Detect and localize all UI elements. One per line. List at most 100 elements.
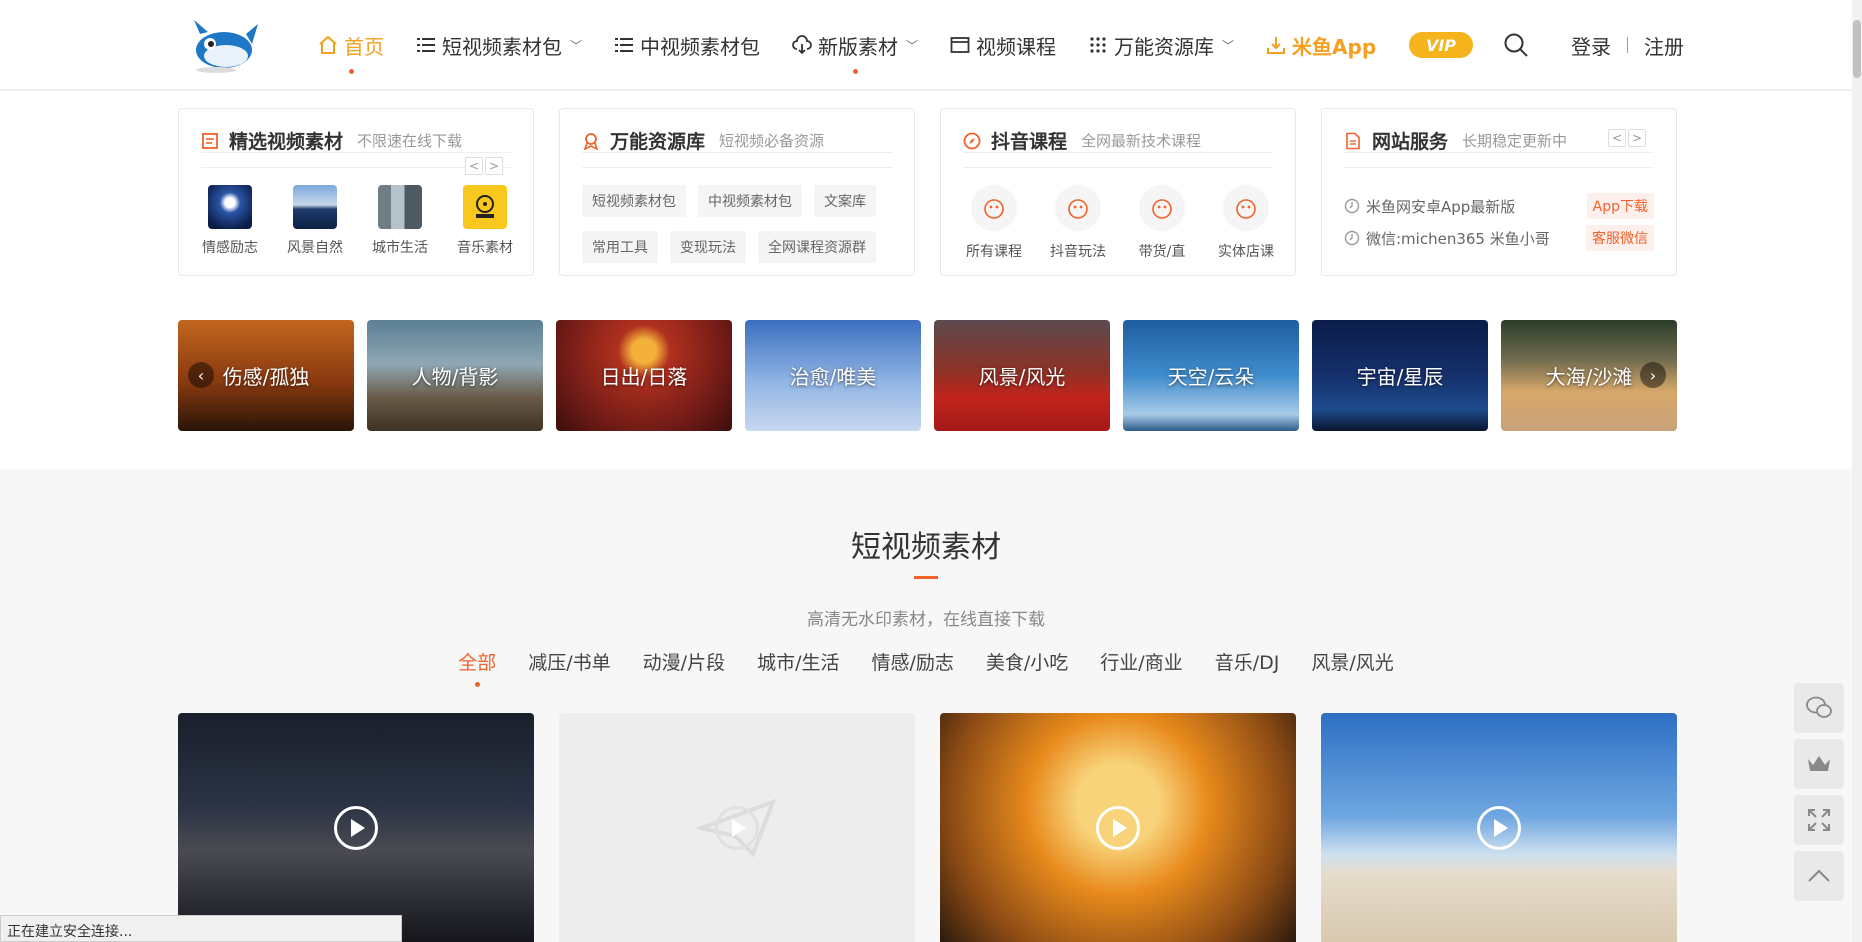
filter-anime[interactable]: 动漫/片段 — [643, 648, 725, 675]
carousel-prev-icon[interactable]: ‹ — [188, 362, 214, 388]
home-icon — [318, 35, 338, 55]
clock-icon — [1344, 198, 1360, 214]
filter-music-dj[interactable]: 音乐/DJ — [1215, 648, 1280, 675]
tag-mid-video-pack[interactable]: 中视频素材包 — [698, 185, 802, 217]
course-all[interactable]: 所有课程 — [961, 185, 1027, 261]
vip-crown-button[interactable] — [1794, 739, 1844, 789]
card-title: 万能资源库 — [610, 131, 706, 153]
tag-copywriting[interactable]: 文案库 — [814, 185, 876, 217]
login-link[interactable]: 登录 — [1571, 31, 1611, 60]
banner-universe[interactable]: 宇宙/星辰 — [1312, 320, 1488, 431]
filter-label: 全部 — [458, 652, 497, 674]
course-store[interactable]: 实体店课 — [1213, 185, 1279, 261]
card-header: 万能资源库 短视频必备资源 — [582, 129, 892, 153]
filter-all[interactable]: 全部 — [458, 648, 497, 687]
nav-app-download[interactable]: 米鱼App — [1266, 0, 1376, 90]
banner-label: 日出/日落 — [600, 365, 688, 389]
filter-food[interactable]: 美食/小吃 — [986, 648, 1068, 675]
wechat-service-button[interactable]: 客服微信 — [1586, 225, 1654, 251]
document-icon — [201, 132, 219, 150]
crown-icon — [1808, 756, 1830, 771]
course-face-icon — [1055, 185, 1101, 231]
course-label: 所有课程 — [966, 244, 1022, 260]
chevron-left-icon[interactable]: < — [1608, 129, 1626, 147]
site-service-card: 网站服务 长期稳定更新中 < > 米鱼网安卓App最新版 App下载 微信:mi… — [1321, 108, 1677, 276]
banner-people[interactable]: 人物/背影 — [367, 320, 543, 431]
video-card-placeholder[interactable] — [559, 713, 915, 942]
library-tags: 短视频素材包 中视频素材包 文案库 常用工具 变现玩法 全网课程资源群 — [582, 185, 902, 263]
banner-label: 人物/背影 — [411, 365, 499, 389]
category-filters: 全部 减压/书单 动漫/片段 城市/生活 情感/励志 美食/小吃 行业/商业 音… — [0, 648, 1852, 687]
fullscreen-button[interactable] — [1794, 795, 1844, 845]
course-face-icon — [1223, 185, 1269, 231]
play-icon[interactable] — [715, 805, 759, 850]
carousel-next-icon[interactable]: › — [1640, 362, 1666, 388]
divider — [1627, 37, 1628, 53]
play-icon[interactable] — [334, 805, 378, 850]
filter-city-life[interactable]: 城市/生活 — [757, 648, 839, 675]
chevron-left-icon[interactable]: < — [465, 157, 483, 175]
banner-sky[interactable]: 天空/云朵 — [1123, 320, 1299, 431]
course-douyin[interactable]: 抖音玩法 — [1045, 185, 1111, 261]
video-card-wind-turbines[interactable] — [1321, 713, 1677, 942]
featured-item-emotion[interactable]: 情感励志 — [199, 185, 261, 257]
nav-app-label: 米鱼App — [1292, 34, 1377, 59]
featured-item-scenery[interactable]: 风景自然 — [284, 185, 346, 257]
nav-short-video-packs[interactable]: 短视频素材包 ﹀ — [416, 0, 582, 90]
back-to-top-button[interactable] — [1794, 851, 1844, 901]
tag-monetization[interactable]: 变现玩法 — [670, 231, 746, 263]
video-card-dandelion[interactable] — [940, 713, 1296, 942]
play-icon[interactable] — [1477, 805, 1521, 850]
play-icon[interactable] — [1096, 805, 1140, 850]
service-row-wechat: 微信:michen365 米鱼小哥 客服微信 — [1344, 225, 1654, 251]
featured-item-music[interactable]: 音乐素材 — [454, 185, 516, 257]
featured-item-label: 音乐素材 — [457, 240, 513, 256]
douyin-courses-card: 抖音课程 全网最新技术课程 所有课程 抖音玩法 带货/直 实体店课 — [940, 108, 1296, 276]
video-card-city-night[interactable] — [178, 713, 534, 942]
site-logo[interactable] — [186, 14, 260, 74]
banner-sunrise[interactable]: 日出/日落 — [556, 320, 732, 431]
banner-landscape[interactable]: 风景/风光 — [934, 320, 1110, 431]
scenery-thumbnail — [293, 185, 337, 229]
header-actions: VIP 登录 注册 — [1409, 0, 1684, 90]
vertical-scrollbar[interactable] — [1852, 0, 1862, 942]
vip-badge[interactable]: VIP — [1409, 32, 1473, 58]
register-link[interactable]: 注册 — [1644, 31, 1684, 60]
search-icon[interactable] — [1503, 32, 1529, 58]
course-label: 带货/直 — [1138, 244, 1186, 260]
emotion-thumbnail — [208, 185, 252, 229]
pufferfish-logo-icon — [194, 20, 258, 73]
tag-tools[interactable]: 常用工具 — [582, 231, 658, 263]
section-title: 短视频素材 — [851, 530, 1001, 565]
filter-emotion[interactable]: 情感/励志 — [871, 648, 953, 675]
app-download-button[interactable]: App下载 — [1586, 193, 1654, 219]
filter-business[interactable]: 行业/商业 — [1100, 648, 1182, 675]
video-grid — [178, 713, 1677, 942]
card-title: 网站服务 — [1372, 131, 1449, 153]
nav-home[interactable]: 首页 — [318, 0, 384, 90]
nav-new-materials-label: 新版素材 — [818, 34, 899, 59]
filter-stress-books[interactable]: 减压/书单 — [528, 648, 610, 675]
filter-active-dot — [475, 682, 481, 687]
tag-short-video-pack[interactable]: 短视频素材包 — [582, 185, 686, 217]
divider — [963, 167, 1273, 168]
course-live-sales[interactable]: 带货/直 — [1129, 185, 1195, 261]
card-title: 抖音课程 — [991, 131, 1068, 153]
divider — [1344, 167, 1654, 168]
featured-item-city[interactable]: 城市生活 — [369, 185, 431, 257]
wechat-button[interactable] — [1794, 683, 1844, 733]
chevron-right-icon[interactable]: > — [1628, 129, 1646, 147]
award-icon — [582, 132, 600, 151]
card-header: 精选视频素材 不限速在线下载 — [201, 129, 511, 153]
chevron-right-icon[interactable]: > — [485, 157, 503, 175]
banner-label: 伤感/孤独 — [222, 365, 310, 389]
cloud-download-icon — [792, 35, 812, 55]
nav-resource-library[interactable]: 万能资源库 ﹀ — [1088, 0, 1234, 90]
filter-scenery[interactable]: 风景/风光 — [1311, 648, 1393, 675]
nav-mid-video-packs[interactable]: 中视频素材包 — [614, 0, 760, 90]
nav-new-materials[interactable]: 新版素材 ﹀ — [792, 0, 918, 90]
tag-course-group[interactable]: 全网课程资源群 — [758, 231, 876, 263]
banner-healing[interactable]: 治愈/唯美 — [745, 320, 921, 431]
nav-video-courses[interactable]: 视频课程 — [950, 0, 1056, 90]
scrollbar-thumb[interactable] — [1853, 20, 1861, 78]
